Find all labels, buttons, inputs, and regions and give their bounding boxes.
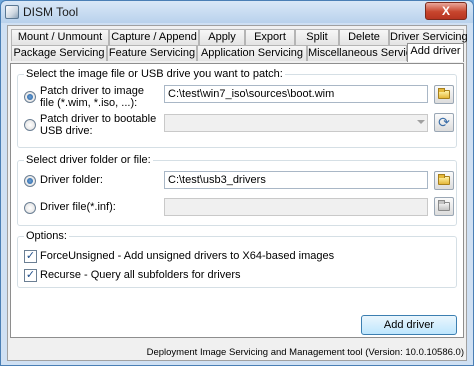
add-driver-panel: Select the image file or USB drive you w… <box>10 63 464 338</box>
browse-folder-button[interactable] <box>434 171 454 190</box>
image-path-field[interactable]: C:\test\win7_iso\sources\boot.wim <box>164 85 428 103</box>
tab-export[interactable]: Export <box>245 29 295 45</box>
folder-icon <box>438 200 450 211</box>
chevron-down-icon <box>417 120 425 124</box>
driver-file-label: Driver file(*.inf): <box>40 201 116 213</box>
tab-miscellaneous-servicing[interactable]: Miscellaneous Servicing <box>307 45 426 61</box>
app-icon <box>5 5 19 19</box>
patch-image-label: Patch driver to image file (*.wim, *.iso… <box>40 85 144 109</box>
refresh-icon: ⟳ <box>438 114 450 130</box>
tab-feature-servicing[interactable]: Feature Servicing <box>107 45 197 61</box>
title-bar[interactable]: DISM Tool X <box>1 1 473 23</box>
patch-usb-radio[interactable] <box>24 119 36 131</box>
driver-file-radio[interactable] <box>24 202 36 214</box>
options-group: Options: ✓ ForceUnsigned - Add unsigned … <box>17 230 457 288</box>
browse-image-button[interactable] <box>434 85 454 104</box>
tab-delete[interactable]: Delete <box>339 29 389 45</box>
driver-group-label: Select driver folder or file: <box>24 154 153 166</box>
patch-image-radio[interactable] <box>24 91 36 103</box>
browse-file-button[interactable] <box>434 197 454 216</box>
tab-apply[interactable]: Apply <box>199 29 245 45</box>
tab-add-driver[interactable]: Add driver <box>407 43 464 62</box>
tab-capture-append[interactable]: Capture / Append <box>109 29 199 45</box>
force-unsigned-label: ForceUnsigned - Add unsigned drivers to … <box>40 250 335 262</box>
status-bar-text: Deployment Image Servicing and Managemen… <box>146 347 464 358</box>
driver-folder-radio[interactable] <box>24 175 36 187</box>
image-group: Select the image file or USB drive you w… <box>17 68 457 148</box>
close-button[interactable]: X <box>425 2 467 20</box>
usb-drive-select[interactable] <box>164 114 428 132</box>
tab-package-servicing[interactable]: Package Servicing <box>11 45 107 61</box>
options-group-label: Options: <box>24 230 69 242</box>
recurse-label: Recurse - Query all subfolders for drive… <box>40 269 241 281</box>
tab-mount-unmount[interactable]: Mount / Unmount <box>11 29 109 45</box>
tab-split[interactable]: Split <box>295 29 339 45</box>
window-title: DISM Tool <box>23 5 79 19</box>
driver-file-field[interactable] <box>164 198 428 216</box>
folder-icon <box>438 88 450 99</box>
add-driver-button[interactable]: Add driver <box>361 315 457 335</box>
driver-folder-label: Driver folder: <box>40 174 103 186</box>
recurse-checkbox[interactable]: ✓ <box>24 269 37 282</box>
tab-application-servicing[interactable]: Application Servicing <box>197 45 307 61</box>
force-unsigned-checkbox[interactable]: ✓ <box>24 250 37 263</box>
client-area: Mount / Unmount Capture / Append Apply E… <box>7 25 468 361</box>
folder-icon <box>438 174 450 185</box>
driver-group: Select driver folder or file: Driver fol… <box>17 154 457 226</box>
image-group-label: Select the image file or USB drive you w… <box>24 68 285 80</box>
refresh-drives-button[interactable]: ⟳ <box>434 113 454 132</box>
patch-usb-label: Patch driver to bootable USB drive: <box>40 113 157 137</box>
dism-tool-window: DISM Tool X Mount / Unmount Capture / Ap… <box>0 0 474 366</box>
driver-folder-field[interactable]: C:\test\usb3_drivers <box>164 171 428 189</box>
